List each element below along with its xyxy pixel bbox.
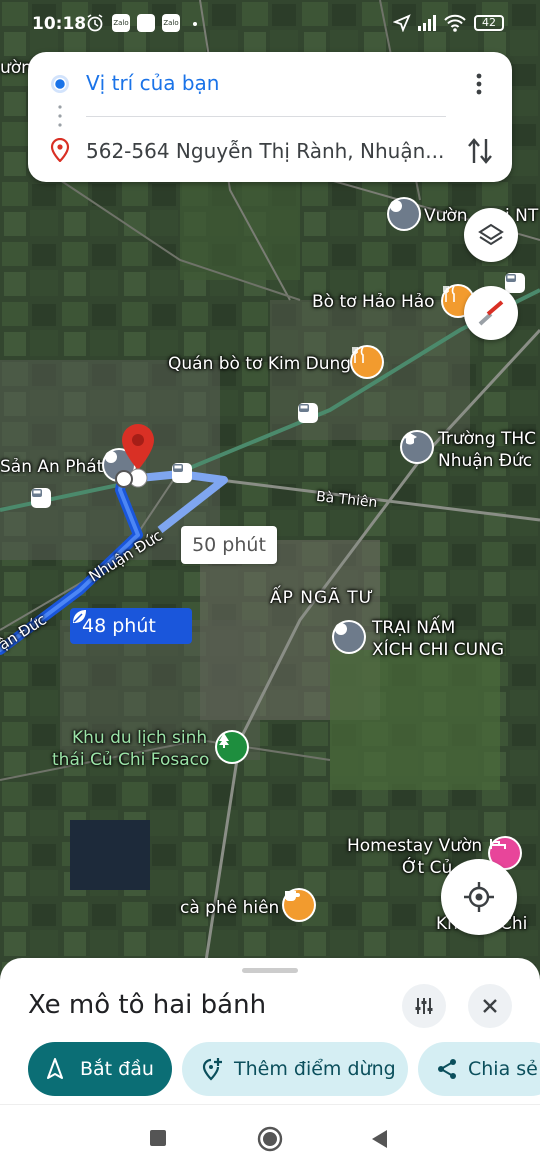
restaurant-icon[interactable] bbox=[352, 347, 382, 377]
battery-level: 42 bbox=[482, 16, 496, 29]
map-label: TRẠI NẤM bbox=[372, 618, 456, 638]
signal-icon bbox=[418, 15, 436, 31]
add-stop-button[interactable]: Thêm điểm dừng bbox=[182, 1042, 408, 1096]
map-label: Sản An Phát bbox=[0, 457, 104, 477]
add-stop-icon bbox=[202, 1058, 222, 1081]
eco-leaf-icon bbox=[73, 610, 86, 623]
my-location-button[interactable] bbox=[441, 859, 517, 935]
more-vert-icon[interactable] bbox=[469, 72, 489, 96]
recent-apps-icon[interactable] bbox=[150, 1130, 166, 1146]
share-label: Chia sẻ bbox=[468, 1058, 538, 1080]
origin-dot bbox=[115, 470, 133, 488]
directions-card: Vị trí của bạn 562-564 Nguyễn Thị Rành, … bbox=[28, 52, 512, 182]
bus-stop-icon[interactable] bbox=[31, 488, 51, 508]
navigation-arrow-icon bbox=[47, 1058, 63, 1079]
add-stop-label: Thêm điểm dừng bbox=[234, 1058, 396, 1080]
battery-icon: 42 bbox=[474, 15, 504, 31]
place-pin-icon[interactable] bbox=[334, 622, 364, 652]
bus-stop-icon[interactable] bbox=[298, 403, 318, 423]
share-icon bbox=[438, 1059, 456, 1079]
route-time-text: 48 phút bbox=[82, 615, 156, 637]
map-label: Quán bò tơ Kim Dung bbox=[168, 354, 352, 374]
origin-field[interactable]: Vị trí của bạn bbox=[86, 71, 220, 95]
map-label: Nhuận Đức bbox=[438, 451, 533, 471]
tune-icon bbox=[415, 998, 433, 1014]
compass-icon bbox=[478, 300, 504, 326]
close-button[interactable] bbox=[468, 984, 512, 1028]
map-label: Bò tơ Hảo Hảo bbox=[312, 292, 435, 312]
layers-button[interactable] bbox=[464, 208, 518, 262]
map-label: cà phê hiên bbox=[180, 898, 280, 918]
close-icon bbox=[483, 999, 497, 1013]
route-dots bbox=[58, 105, 62, 127]
more-notifications-dot bbox=[193, 22, 197, 26]
status-bar: 10:18 Zalo Zalo 42 bbox=[0, 0, 540, 48]
destination-icon bbox=[50, 138, 70, 162]
map-label: thái Củ Chi Fosaco bbox=[52, 750, 210, 770]
system-nav-bar bbox=[0, 1104, 540, 1171]
alarm-icon bbox=[87, 14, 103, 32]
map-label: Ớt Củ bbox=[402, 858, 453, 878]
divider bbox=[86, 116, 446, 117]
bus-stop-icon[interactable] bbox=[505, 273, 525, 293]
map-label: Trường THC bbox=[438, 429, 537, 449]
destination-field[interactable]: 562-564 Nguyễn Thị Rành, Nhuận... bbox=[86, 139, 446, 163]
place-pin-icon[interactable] bbox=[389, 199, 419, 229]
share-button[interactable]: Chia sẻ bbox=[418, 1042, 540, 1096]
app-icon bbox=[137, 14, 155, 32]
options-button[interactable] bbox=[402, 984, 446, 1028]
start-button[interactable]: Bắt đầu bbox=[28, 1042, 172, 1096]
zalo-icon: Zalo bbox=[162, 14, 180, 32]
clock: 10:18 bbox=[32, 14, 87, 34]
compass-button[interactable] bbox=[464, 286, 518, 340]
zalo-icon: Zalo bbox=[112, 14, 130, 32]
home-icon[interactable] bbox=[257, 1126, 283, 1152]
park-icon[interactable] bbox=[217, 732, 247, 762]
bus-stop-icon[interactable] bbox=[172, 463, 192, 483]
start-label: Bắt đầu bbox=[80, 1058, 154, 1080]
map-label: Vườn bbox=[424, 206, 468, 226]
back-icon[interactable] bbox=[370, 1129, 388, 1149]
map-label: XÍCH CHI CUNG bbox=[372, 640, 504, 660]
my-location-icon bbox=[464, 882, 494, 912]
travel-mode-title: Xe mô tô hai bánh bbox=[28, 990, 267, 1020]
location-arrow-icon bbox=[393, 14, 411, 32]
wifi-icon bbox=[444, 14, 466, 32]
route-time-alternate[interactable]: 50 phút bbox=[181, 526, 277, 564]
swap-icon[interactable] bbox=[466, 136, 494, 166]
map-label: Khu du lịch sinh bbox=[72, 728, 208, 748]
school-icon[interactable] bbox=[402, 432, 432, 462]
layers-icon bbox=[478, 223, 504, 246]
map-label: Homestay Vườn bbox=[347, 836, 483, 856]
area-label: ẤP NGÃ TƯ bbox=[270, 588, 375, 608]
route-time-primary[interactable]: 48 phút bbox=[70, 608, 192, 644]
current-location-icon bbox=[51, 75, 69, 93]
cafe-icon[interactable] bbox=[284, 890, 314, 920]
sheet-drag-handle[interactable] bbox=[242, 968, 298, 973]
